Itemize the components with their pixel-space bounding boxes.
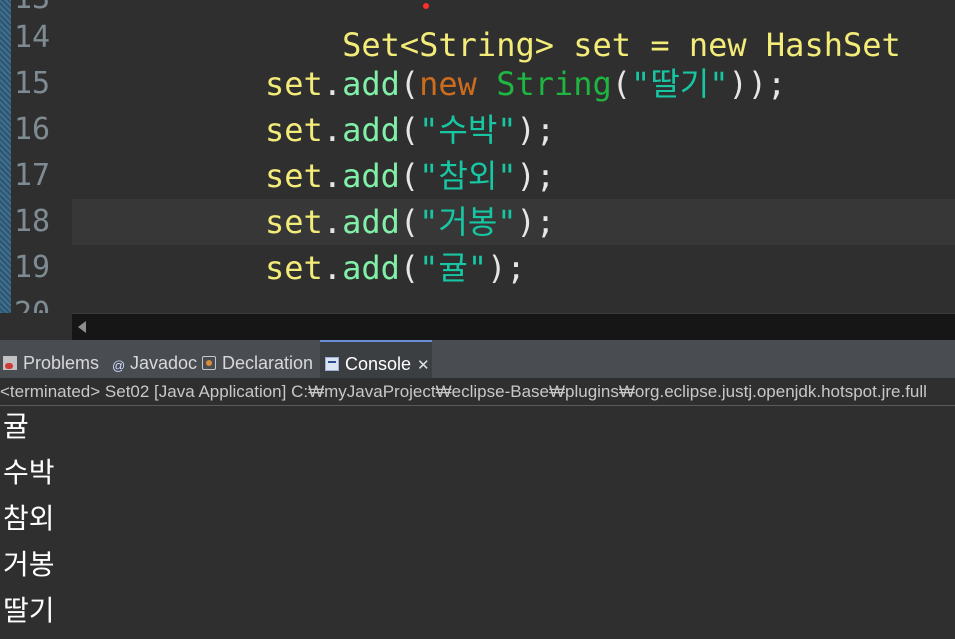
code-method: add — [342, 249, 400, 287]
code-punct: )); — [728, 65, 787, 103]
code-string: "수박" — [419, 111, 517, 149]
tab-problems[interactable]: Problems — [3, 340, 99, 378]
code-type: String — [496, 65, 612, 103]
code-punct: ( — [611, 65, 632, 103]
tab-label: Declaration — [222, 353, 314, 373]
code-line-16[interactable]: set.add("수박"); — [265, 107, 555, 153]
code-punct: ( — [399, 111, 420, 149]
code-method: add — [342, 111, 400, 149]
code-line-partial[interactable]: Set<String> set = new HashSet — [265, 0, 901, 64]
code-method: add — [342, 203, 400, 241]
console-output-line: 거봉 — [3, 548, 55, 581]
tab-console[interactable]: Console ✕ — [320, 340, 432, 378]
scroll-left-arrow-icon[interactable] — [78, 321, 86, 333]
code-punct: . — [322, 157, 343, 195]
code-variable: set — [265, 65, 323, 103]
code-line-18[interactable]: set.add("거봉"); — [265, 199, 555, 245]
code-punct: ( — [399, 65, 420, 103]
code-text: Set<String> set = new HashSet — [342, 26, 901, 64]
code-variable: set — [265, 249, 323, 287]
code-variable: set — [265, 111, 323, 149]
error-marker-icon — [423, 3, 429, 9]
console-icon — [325, 357, 339, 371]
console-launch-description: <terminated> Set02 [Java Application] C:… — [0, 378, 955, 406]
code-punct: ( — [399, 203, 420, 241]
code-line-15[interactable]: set.add(new String("딸기")); — [265, 61, 786, 107]
line-number: 15 — [14, 66, 51, 101]
console-output-line: 딸기 — [3, 594, 55, 627]
line-number: 14 — [14, 20, 51, 55]
line-number: 17 — [14, 158, 51, 193]
line-number-gutter: 13 14 15 16 17 18 19 20 — [11, 0, 71, 313]
console-output-line: 귤 — [3, 410, 29, 443]
code-string: "참외" — [419, 157, 517, 195]
view-tab-bar: Problems @ Javadoc Declaration Console ✕ — [0, 340, 955, 378]
tab-label: Problems — [23, 353, 100, 373]
overview-ruler — [0, 0, 11, 313]
line-number: 18 — [14, 204, 51, 239]
console-output-line: 참외 — [3, 502, 55, 535]
code-punct: ( — [399, 157, 420, 195]
code-variable: set — [265, 203, 323, 241]
tab-declaration[interactable]: Declaration — [202, 340, 313, 378]
horizontal-scrollbar[interactable] — [72, 313, 955, 340]
console-view[interactable]: <terminated> Set02 [Java Application] C:… — [0, 378, 955, 639]
tab-label: Javadoc — [130, 353, 198, 373]
code-punct: . — [322, 203, 343, 241]
problems-icon — [3, 356, 17, 370]
line-number: 19 — [14, 250, 51, 285]
code-line-17[interactable]: set.add("참외"); — [265, 153, 555, 199]
console-output-line: 수박 — [3, 456, 55, 489]
code-punct: ( — [399, 249, 420, 287]
code-punct: . — [322, 111, 343, 149]
code-method: add — [342, 157, 400, 195]
code-editor[interactable]: 13 14 15 16 17 18 19 20 Set<String> set … — [0, 0, 955, 313]
code-keyword: new — [419, 65, 497, 103]
code-punct: ); — [516, 157, 556, 195]
code-punct: ); — [487, 249, 526, 287]
code-punct: . — [322, 249, 343, 287]
javadoc-icon: @ — [112, 358, 126, 373]
code-variable: set — [265, 157, 323, 195]
declaration-icon — [202, 356, 216, 370]
line-number: 16 — [14, 112, 51, 147]
code-punct: . — [322, 65, 343, 103]
code-string: "딸기" — [631, 65, 729, 103]
code-punct: ); — [516, 111, 556, 149]
code-string: "거봉" — [419, 203, 517, 241]
code-method: add — [342, 65, 400, 103]
line-number: 20 — [14, 291, 50, 313]
code-punct: ); — [516, 203, 556, 241]
code-line-19[interactable]: set.add("귤"); — [265, 245, 526, 291]
tab-javadoc[interactable]: @ Javadoc — [112, 340, 197, 378]
code-string: "귤" — [419, 249, 488, 287]
tab-label: Console — [345, 354, 412, 374]
